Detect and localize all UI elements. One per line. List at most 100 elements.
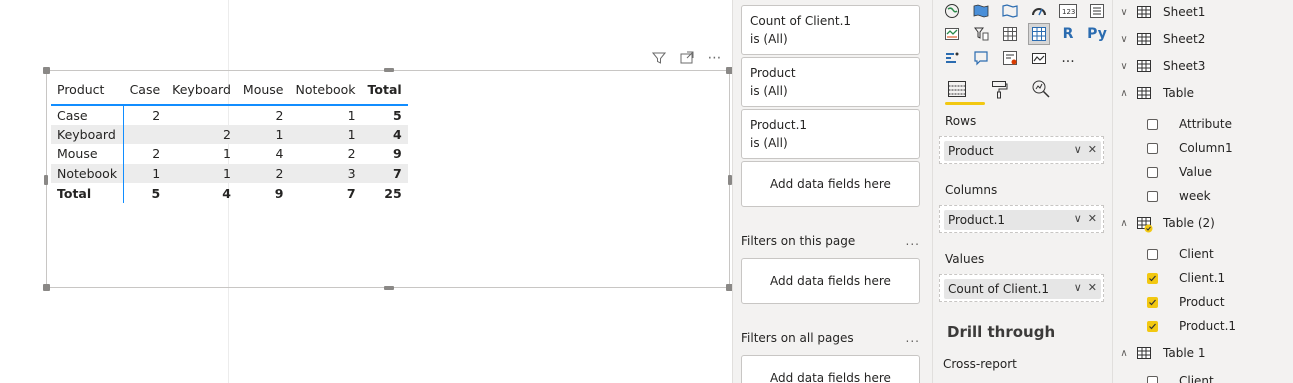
resize-handle[interactable]	[384, 68, 394, 72]
row-total-cell[interactable]: 7	[361, 163, 408, 184]
matrix-cell[interactable]	[166, 105, 237, 125]
grand-total-cell[interactable]: 25	[362, 183, 408, 203]
matrix-cell[interactable]: 1	[289, 105, 361, 125]
matrix-cell[interactable]: 2	[124, 105, 167, 125]
more-options-icon[interactable]: ...	[906, 234, 920, 248]
globe-map-icon[interactable]	[941, 0, 963, 22]
row-header[interactable]: Mouse	[51, 144, 125, 164]
gauge-icon[interactable]	[1028, 0, 1050, 22]
analytics-magnifier-icon[interactable]	[1029, 76, 1053, 102]
columns-field-pill[interactable]: Product.1 ∨ ✕	[944, 210, 1101, 230]
chevron-up-icon[interactable]: ∧	[1119, 218, 1129, 229]
field-item[interactable]: Attribute	[1113, 113, 1293, 135]
column-total-cell[interactable]: 9	[237, 183, 290, 203]
field-item[interactable]: Client	[1113, 370, 1293, 383]
close-icon[interactable]: ✕	[1088, 212, 1097, 225]
field-item[interactable]: Client.1	[1113, 267, 1293, 289]
table-node-table-2[interactable]: ∧ Table (2)	[1113, 212, 1293, 234]
matrix-cell[interactable]	[123, 124, 167, 145]
rows-well[interactable]: Product ∨ ✕	[939, 136, 1104, 164]
filter-icon[interactable]	[650, 49, 668, 67]
close-icon[interactable]: ✕	[1088, 281, 1097, 294]
matrix-visual[interactable]: Product Case Keyboard Mouse Notebook Tot…	[43, 67, 733, 291]
matrix-cell[interactable]: 2	[166, 124, 237, 145]
filter-card-product[interactable]: Product is (All)	[741, 57, 920, 107]
table-node-table[interactable]: ∧ Table	[1113, 82, 1293, 104]
column-total-cell[interactable]: 5	[124, 183, 167, 203]
table-node-sheet3[interactable]: ∨ Sheet3	[1113, 55, 1293, 77]
values-well[interactable]: Count of Client.1 ∨ ✕	[939, 274, 1104, 302]
rows-field-pill[interactable]: Product ∨ ✕	[944, 141, 1101, 161]
field-checkbox-checked[interactable]	[1147, 272, 1158, 284]
card-icon[interactable]: 123	[1057, 0, 1079, 22]
row-header[interactable]: Case	[51, 105, 125, 125]
kpi-icon[interactable]	[941, 23, 963, 45]
matrix-cell[interactable]: 2	[237, 105, 290, 125]
resize-handle[interactable]	[44, 175, 48, 185]
filter-card-product-1[interactable]: Product.1 is (All)	[741, 109, 920, 159]
field-item[interactable]: Value	[1113, 161, 1293, 183]
qa-icon[interactable]	[970, 47, 992, 69]
row-header-title[interactable]: Product	[51, 75, 124, 106]
focus-mode-icon[interactable]	[678, 49, 696, 67]
fields-tab-icon[interactable]	[945, 76, 969, 102]
chevron-up-icon[interactable]: ∧	[1119, 348, 1129, 359]
filled-map-icon[interactable]	[970, 0, 992, 22]
row-header[interactable]: Keyboard	[51, 124, 125, 145]
matrix-cell[interactable]: 4	[237, 144, 290, 164]
slicer-icon[interactable]	[970, 23, 992, 45]
chevron-down-icon[interactable]: ∨	[1119, 61, 1129, 72]
table-node-sheet1[interactable]: ∨ Sheet1	[1113, 1, 1293, 23]
field-item[interactable]: week	[1113, 185, 1293, 207]
field-checkbox-checked[interactable]	[1147, 320, 1158, 332]
column-header[interactable]: Mouse	[236, 75, 290, 106]
field-item[interactable]: Product.1	[1113, 315, 1293, 337]
table-node-sheet2[interactable]: ∨ Sheet2	[1113, 28, 1293, 50]
matrix-cell[interactable]: 2	[289, 144, 361, 164]
matrix-cell[interactable]: 2	[236, 163, 290, 184]
shape-map-icon[interactable]	[999, 0, 1021, 22]
table-visual-icon[interactable]	[999, 23, 1021, 45]
matrix-cell[interactable]: 1	[166, 163, 237, 184]
smart-narrative-icon[interactable]	[999, 47, 1021, 69]
paginated-report-icon[interactable]	[1028, 47, 1050, 69]
resize-handle[interactable]	[43, 67, 50, 74]
matrix-cell[interactable]: 2	[124, 144, 167, 164]
matrix-cell[interactable]: 3	[289, 163, 362, 184]
all-pages-filters-drop-zone[interactable]: Add data fields here	[741, 355, 920, 383]
field-checkbox-checked[interactable]	[1147, 296, 1158, 308]
column-header-total[interactable]: Total	[361, 75, 408, 106]
chevron-down-icon[interactable]: ∨	[1074, 212, 1082, 225]
more-options-icon[interactable]: ...	[906, 331, 920, 345]
resize-handle[interactable]	[43, 284, 50, 291]
matrix-cell[interactable]: 1	[236, 124, 290, 145]
page-filters-drop-zone[interactable]: Add data fields here	[741, 258, 920, 304]
row-total-cell[interactable]: 9	[362, 144, 408, 164]
close-icon[interactable]: ✕	[1088, 143, 1097, 156]
values-field-pill[interactable]: Count of Client.1 ∨ ✕	[944, 279, 1101, 299]
field-item[interactable]: Product	[1113, 291, 1293, 313]
field-checkbox[interactable]	[1147, 118, 1158, 130]
column-header[interactable]: Case	[123, 75, 167, 106]
row-total-cell[interactable]: 4	[361, 124, 408, 145]
visual-filters-drop-zone[interactable]: Add data fields here	[741, 161, 920, 207]
resize-handle[interactable]	[384, 286, 394, 290]
field-checkbox[interactable]	[1147, 142, 1158, 154]
matrix-cell[interactable]: 1	[289, 124, 362, 145]
r-visual-icon[interactable]: R	[1057, 23, 1079, 45]
python-visual-icon[interactable]: Py	[1086, 23, 1108, 45]
matrix-cell[interactable]: 1	[166, 144, 237, 164]
chevron-down-icon[interactable]: ∨	[1119, 7, 1129, 18]
field-checkbox[interactable]	[1147, 375, 1158, 383]
total-row-label[interactable]: Total	[51, 183, 125, 203]
field-item[interactable]: Column1	[1113, 137, 1293, 159]
column-header[interactable]: Notebook	[289, 75, 362, 106]
field-checkbox[interactable]	[1147, 166, 1158, 178]
column-total-cell[interactable]: 7	[289, 183, 361, 203]
more-options-icon[interactable]: ⋯	[706, 49, 724, 67]
matrix-visual-icon[interactable]	[1028, 23, 1050, 45]
columns-well[interactable]: Product.1 ∨ ✕	[939, 205, 1104, 233]
chevron-down-icon[interactable]: ∨	[1074, 281, 1082, 294]
row-header[interactable]: Notebook	[51, 163, 125, 184]
row-total-cell[interactable]: 5	[362, 105, 408, 125]
